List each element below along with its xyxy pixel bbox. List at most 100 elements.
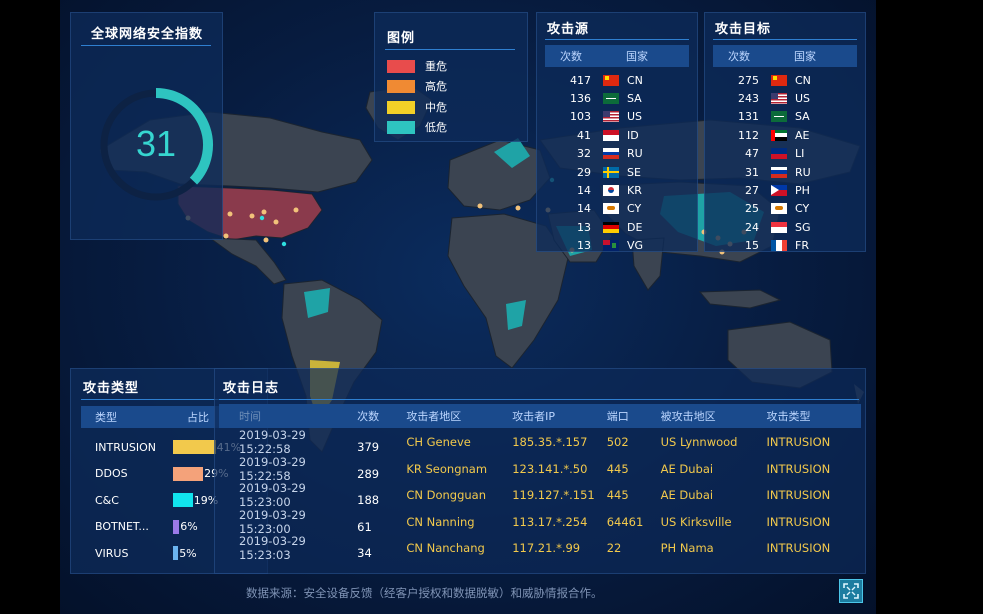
- ru-flag: [603, 148, 619, 160]
- attack-target-row: 131 SA: [713, 108, 825, 126]
- country-code: PH: [795, 183, 810, 197]
- attack-point: [293, 207, 299, 213]
- attack-point: [273, 219, 279, 225]
- attack-count: 24: [745, 220, 759, 234]
- country-code: CN: [795, 73, 811, 87]
- attack-target-row: 25 CY: [713, 200, 825, 218]
- log-count: 379: [357, 440, 380, 454]
- title-underline: [385, 49, 515, 50]
- attack-source-row: 417 CN: [545, 71, 657, 89]
- legend-label: 高危: [425, 80, 447, 93]
- attack-source-row: 13 VG: [545, 237, 657, 255]
- fullscreen-button[interactable]: [839, 579, 863, 603]
- country-code: US: [627, 110, 643, 124]
- legend-item-low: 低危: [387, 120, 447, 134]
- log-attack-type: INTRUSION: [766, 514, 831, 529]
- attack-source-header: 次数 国家: [545, 45, 689, 67]
- attack-target-row: 275 CN: [713, 71, 825, 89]
- log-source-ip: 123.141.*.50: [512, 461, 588, 476]
- attack-count: 47: [745, 147, 759, 161]
- attack-source-panel: 攻击源 次数 国家 417 CN 136 SA 103 US 41 ID 32 RU 29 SE 14 K…: [536, 12, 698, 252]
- attack-type-row: C&C 19%: [81, 490, 218, 510]
- country-code: FR: [795, 239, 809, 253]
- attack-source-row: 136 SA: [545, 89, 657, 107]
- attack-source-row: 32 RU: [545, 145, 657, 163]
- security-index-panel: 全球网络安全指数 31: [70, 12, 223, 240]
- ph-flag: [771, 184, 787, 196]
- country-code: ID: [627, 128, 639, 142]
- log-target-region: US Lynnwood: [660, 435, 738, 449]
- attack-type-share-bar: [173, 519, 180, 534]
- attack-log-row: 2019-03-29 15:23:00 188 CN Dongguan 119.127…: [219, 481, 861, 509]
- sa-flag: [771, 111, 787, 123]
- attack-target-row: 243 US: [713, 89, 825, 107]
- log-source-region: CN Nanchang: [406, 541, 485, 556]
- log-source-region: CN Dongguan: [406, 488, 487, 503]
- source-ip-header: 攻击者IP: [512, 410, 556, 423]
- attack-type-name: DDOS: [95, 467, 128, 480]
- attack-count: 15: [745, 239, 759, 253]
- legend-swatch: [387, 100, 415, 114]
- log-time: 2019-03-29 15:23:03: [239, 534, 306, 563]
- attack-source-title: 攻击源: [547, 22, 590, 37]
- log-attack-type: INTRUSION: [766, 541, 831, 556]
- legend-swatch: [387, 120, 415, 134]
- log-attack-type: INTRUSION: [766, 435, 831, 449]
- count-header: 次数: [728, 50, 750, 63]
- attack-type-share-bar: [173, 546, 179, 560]
- count-header: 次数: [560, 50, 582, 63]
- attack-point: [263, 237, 269, 243]
- country-code: DE: [627, 220, 643, 234]
- cy-flag: [771, 203, 787, 215]
- attack-count: 131: [738, 110, 759, 124]
- cy-flag: [603, 203, 619, 215]
- log-time: 2019-03-29 15:22:58: [239, 454, 306, 483]
- attack-source-row: 14 CY: [545, 200, 657, 218]
- se-flag: [603, 166, 619, 178]
- title-underline: [219, 399, 859, 400]
- title-underline: [713, 39, 857, 40]
- log-time: 2019-03-29 15:23:00: [239, 507, 306, 536]
- country-code: CY: [627, 202, 642, 216]
- us-flag: [771, 92, 787, 104]
- country-code: RU: [795, 165, 811, 179]
- country-code: VG: [627, 239, 644, 253]
- vg-flag: [603, 240, 619, 252]
- attack-target-header: 次数 国家: [713, 45, 857, 67]
- log-target-region: AE Dubai: [660, 461, 714, 476]
- legend-panel: 图例 重危 高危 中危 低危: [374, 12, 528, 142]
- source-region-header: 攻击者地区: [406, 410, 462, 423]
- log-source-region: KR Seongnam: [406, 461, 488, 476]
- legend-label: 中危: [425, 101, 447, 114]
- attack-count: 41: [577, 128, 591, 142]
- attack-point: [261, 209, 267, 215]
- legend-item-critical: 重危: [387, 59, 447, 73]
- attack-type-name: C&C: [95, 493, 119, 507]
- attack-type-name: BOTNET...: [95, 520, 149, 533]
- country-code: CY: [795, 202, 810, 216]
- legend-swatch: [387, 79, 415, 93]
- cn-flag: [603, 74, 619, 86]
- attack-count: 112: [738, 128, 759, 142]
- data-source-footer: 数据来源：安全设备反馈（经客户授权和数据脱敏）和威胁情报合作。: [246, 586, 603, 600]
- attack-log-title: 攻击日志: [223, 381, 280, 396]
- attack-count: 27: [745, 183, 759, 197]
- country-code: KR: [627, 183, 642, 197]
- attack-target-row: 24 SG: [713, 218, 825, 236]
- attack-target-row: 15 FR: [713, 237, 825, 255]
- dashboard-screen: 全球网络安全指数 31 图例 重危 高危 中危 低危 攻击源 次数 国家 417…: [60, 0, 876, 614]
- country-code: RU: [627, 147, 643, 161]
- log-port: 502: [606, 435, 629, 449]
- country-code: LI: [795, 147, 805, 161]
- us-flag: [603, 111, 619, 123]
- attack-type-row: BOTNET... 6%: [81, 517, 198, 537]
- log-attack-type: INTRUSION: [766, 461, 831, 476]
- title-underline: [545, 39, 689, 40]
- attack-count: 136: [570, 91, 591, 105]
- attack-log-row: 2019-03-29 15:22:58 289 KR Seongnam 123.141…: [219, 454, 861, 483]
- country-code: SG: [795, 220, 811, 234]
- attack-types-title: 攻击类型: [83, 381, 140, 396]
- legend-label: 重危: [425, 60, 447, 73]
- attack-target-row: 27 PH: [713, 181, 825, 199]
- fr-flag: [771, 240, 787, 252]
